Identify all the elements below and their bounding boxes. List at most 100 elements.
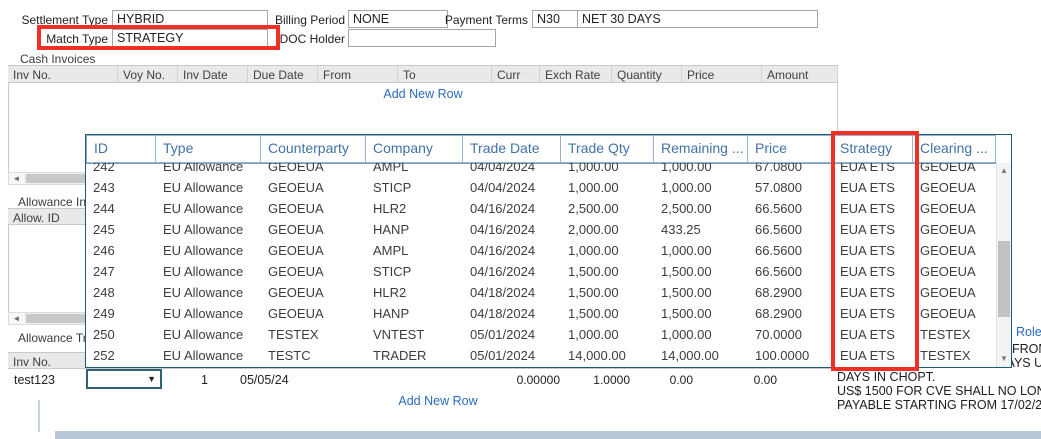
popup-cell: 1,500.00: [654, 282, 748, 303]
transaction-inv-date-value: 05/05/24: [240, 373, 289, 387]
payment-terms-desc-input[interactable]: [577, 10, 818, 28]
popup-cell: 1,500.00: [561, 282, 654, 303]
side-note-line-4: PAYABLE STARTING FROM 17/02/24 12.: [837, 398, 1041, 412]
popup-cell: GEOEUA: [913, 219, 996, 240]
popup-row-249[interactable]: 249EU AllowanceGEOEUAHANP04/18/20241,500…: [86, 303, 996, 324]
popup-vscroll-thumb[interactable]: [998, 241, 1010, 317]
popup-row-252[interactable]: 252EU AllowanceTESTCTRADER05/01/202414,0…: [86, 345, 996, 366]
popup-cell: EUA ETS: [833, 163, 913, 177]
popup-cell: GEOEUA: [261, 177, 366, 198]
column-header: Price: [748, 135, 833, 163]
popup-cell: 244: [86, 198, 156, 219]
popup-cell: GEOEUA: [913, 261, 996, 282]
role-link[interactable]: Role: [1016, 325, 1041, 339]
popup-cell: 14,000.00: [654, 345, 748, 366]
side-note-line-3: US$ 1500 FOR CVE SHALL NO LONG BE: [837, 384, 1041, 398]
payment-terms-code-input[interactable]: [532, 10, 578, 28]
allowance-transactions-add-new-row-link[interactable]: Add New Row: [8, 394, 868, 408]
popup-cell: EUA ETS: [833, 240, 913, 261]
popup-cell: HANP: [366, 219, 463, 240]
chevron-down-icon: ▼: [147, 374, 156, 384]
popup-cell: 1,500.00: [654, 261, 748, 282]
transaction-type-dropdown[interactable]: ▼: [86, 369, 162, 389]
popup-row-244[interactable]: 244EU AllowanceGEOEUAHLR204/16/20242,500…: [86, 198, 996, 219]
popup-cell: 1,000.00: [654, 324, 748, 345]
popup-row-243[interactable]: 243EU AllowanceGEOEUASTICP04/04/20241,00…: [86, 177, 996, 198]
popup-cell: GEOEUA: [261, 261, 366, 282]
popup-cell: TESTEX: [913, 345, 996, 366]
billing-period-label: Billing Period: [237, 13, 345, 27]
cash-invoices-header-row: Inv No.Voy No.Inv DateDue DateFromToCurr…: [8, 65, 838, 83]
column-header: Inv Date: [178, 66, 248, 82]
popup-cell: 1,000.00: [654, 240, 748, 261]
column-header: Due Date: [248, 66, 318, 82]
popup-cell: 1,000.00: [561, 324, 654, 345]
popup-cell: EU Allowance: [156, 345, 261, 366]
allowance-invoices-hscroll-thumb[interactable]: [26, 314, 86, 323]
popup-row-245[interactable]: 245EU AllowanceGEOEUAHANP04/16/20242,000…: [86, 219, 996, 240]
popup-cell: EUA ETS: [833, 345, 913, 366]
column-header: ID: [86, 135, 156, 163]
popup-cell: 252: [86, 345, 156, 366]
popup-cell: GEOEUA: [913, 282, 996, 303]
popup-cell: 04/04/2024: [463, 163, 561, 177]
popup-row-248[interactable]: 248EU AllowanceGEOEUAHLR204/18/20241,500…: [86, 282, 996, 303]
popup-cell: 1,500.00: [654, 303, 748, 324]
column-header: Inv No.: [8, 353, 95, 368]
popup-cell: 66.5600: [748, 219, 833, 240]
doc-holder-label: DOC Holder: [237, 32, 345, 46]
cash-invoices-title: Cash Invoices: [20, 52, 95, 66]
scroll-up-icon[interactable]: ▲: [997, 163, 1011, 179]
popup-row-250[interactable]: 250EU AllowanceTESTEXVNTEST05/01/20241,0…: [86, 324, 996, 345]
column-header: Company: [366, 135, 463, 163]
popup-cell: GEOEUA: [261, 303, 366, 324]
left-border-line: [38, 400, 40, 432]
popup-row-247[interactable]: 247EU AllowanceGEOEUASTICP04/16/20241,50…: [86, 261, 996, 282]
side-note-line-2: DAYS IN CHOPT.: [837, 370, 935, 384]
popup-cell: 2,000.00: [561, 219, 654, 240]
popup-cell: HLR2: [366, 282, 463, 303]
popup-cell: TESTEX: [261, 324, 366, 345]
popup-rows: 242EU AllowanceGEOEUAAMPL04/04/20241,000…: [86, 163, 996, 367]
popup-cell: 100.0000: [748, 345, 833, 366]
popup-cell: EU Allowance: [156, 198, 261, 219]
popup-cell: 68.2900: [748, 282, 833, 303]
popup-cell: 66.5600: [748, 261, 833, 282]
column-header: Type: [156, 135, 261, 163]
popup-cell: 66.5600: [748, 240, 833, 261]
cash-invoices-add-new-row-link[interactable]: Add New Row: [8, 87, 838, 101]
settlement-type-label: Settlement Type: [0, 13, 108, 27]
popup-cell: EU Allowance: [156, 177, 261, 198]
popup-cell: 05/01/2024: [463, 324, 561, 345]
scroll-down-icon[interactable]: ▼: [997, 351, 1011, 367]
scroll-left-icon[interactable]: ◄: [9, 173, 24, 184]
popup-cell: GEOEUA: [261, 240, 366, 261]
popup-cell: 433.25: [654, 219, 748, 240]
popup-vscrollbar[interactable]: ▲ ▼: [996, 163, 1011, 367]
popup-cell: 248: [86, 282, 156, 303]
popup-cell: 1,500.00: [561, 303, 654, 324]
popup-cell: HLR2: [366, 198, 463, 219]
match-type-label: Match Type: [0, 32, 108, 46]
popup-row-242[interactable]: 242EU AllowanceGEOEUAAMPL04/04/20241,000…: [86, 163, 996, 177]
column-header: Remaining ...: [654, 135, 748, 163]
popup-cell: 68.2900: [748, 303, 833, 324]
scroll-left-icon[interactable]: ◄: [9, 313, 24, 324]
column-header: Curr: [492, 66, 540, 82]
popup-cell: GEOEUA: [913, 303, 996, 324]
column-header: Trade Date: [463, 135, 561, 163]
popup-row-246[interactable]: 246EU AllowanceGEOEUAAMPL04/16/20241,000…: [86, 240, 996, 261]
column-header: Counterparty: [261, 135, 366, 163]
column-header: Voy No.: [118, 66, 178, 82]
cash-invoices-hscroll-thumb[interactable]: [26, 174, 86, 183]
column-header: Inv No.: [8, 66, 118, 82]
doc-holder-input[interactable]: [348, 29, 496, 47]
column-header: Exch Rate: [540, 66, 612, 82]
popup-cell: EU Allowance: [156, 261, 261, 282]
bottom-panel-bar: [55, 431, 1041, 439]
transaction-price-value: 0.00: [613, 373, 693, 387]
popup-cell: 1,000.00: [654, 177, 748, 198]
popup-cell: GEOEUA: [913, 198, 996, 219]
popup-cell: 14,000.00: [561, 345, 654, 366]
popup-cell: 245: [86, 219, 156, 240]
